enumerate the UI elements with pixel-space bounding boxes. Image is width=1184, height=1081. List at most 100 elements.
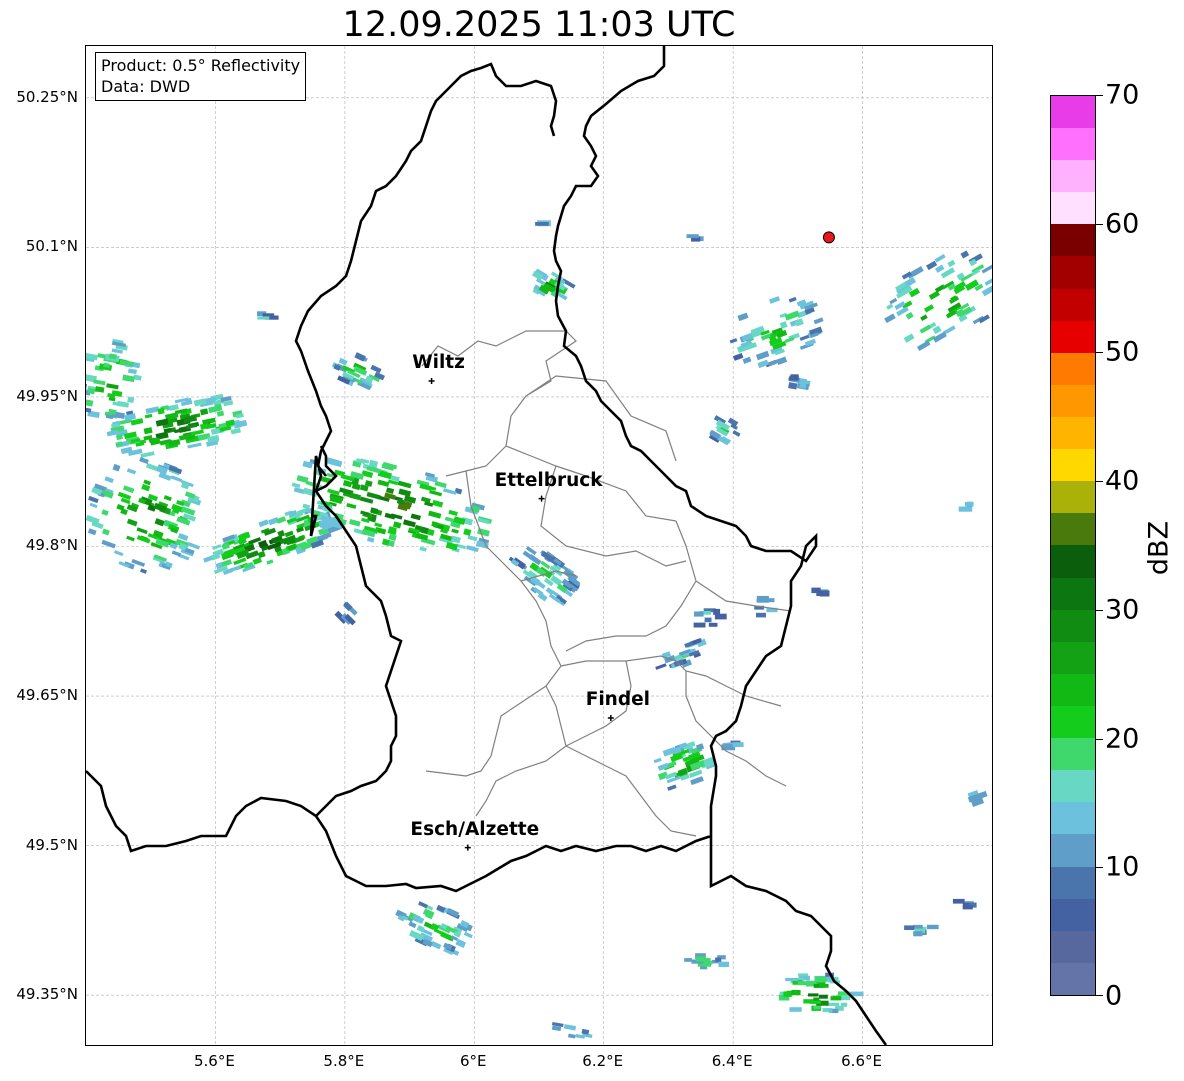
longitude-label: 6.6°E xyxy=(841,1052,882,1070)
echo-pixel xyxy=(402,519,416,528)
echo-pixel xyxy=(901,271,912,280)
city-label: Esch/Alzette xyxy=(410,818,540,840)
echo-pixel xyxy=(563,1024,577,1031)
echo-pixel xyxy=(366,491,381,500)
echo-pixel xyxy=(126,535,135,542)
echo-pixel xyxy=(342,479,353,488)
echo-pixel xyxy=(123,413,137,421)
echo-pixel xyxy=(978,314,990,324)
echo-pixel xyxy=(783,991,792,997)
colorbar-tick xyxy=(1096,352,1103,354)
radar-map[interactable] xyxy=(85,45,993,1046)
echo-pixel xyxy=(788,382,798,390)
echo-pixel xyxy=(813,317,824,325)
echo-pixel xyxy=(257,316,270,320)
echo-pixel xyxy=(742,356,752,364)
echo-pixel xyxy=(733,352,744,361)
echo-pixel xyxy=(904,925,915,930)
echo-pixel xyxy=(830,996,842,1001)
echo-pixel xyxy=(140,451,155,458)
echo-pixel xyxy=(704,617,712,623)
echo-pixel xyxy=(451,528,459,534)
colorbar-tick-label: 0 xyxy=(1105,980,1123,1012)
echo-pixel xyxy=(139,439,147,445)
echo-pixel xyxy=(732,430,741,437)
echo-pixel xyxy=(756,612,766,618)
echo-pixel xyxy=(889,297,898,305)
echo-pixel xyxy=(466,545,479,553)
country-border-west xyxy=(294,62,558,477)
echo-pixel xyxy=(227,565,242,573)
echo-pixel xyxy=(913,931,923,937)
longitude-label: 6.2°E xyxy=(582,1052,624,1070)
echo-pixel xyxy=(797,981,807,986)
echo-pixel xyxy=(657,762,669,771)
colorbar-segment xyxy=(1051,802,1095,835)
echo-pixel xyxy=(252,557,262,565)
echo-pixel xyxy=(567,1033,576,1039)
echo-pixel xyxy=(958,506,973,512)
product-label: Product: 0.5° Reflectivity xyxy=(101,56,301,75)
data-source-label: Data: DWD xyxy=(101,77,191,96)
echo-pixel xyxy=(916,340,931,351)
colorbar-segment xyxy=(1051,641,1095,674)
echo-pixel xyxy=(187,542,201,550)
latitude-label: 50.1°N xyxy=(25,237,78,256)
echo-pixel xyxy=(370,364,382,374)
colorbar-segment xyxy=(1051,481,1095,514)
city-label: Ettelbruck xyxy=(494,469,603,491)
echo-pixel xyxy=(919,324,932,334)
city-marker xyxy=(464,844,471,851)
echo-pixel xyxy=(819,983,829,988)
echo-pixel xyxy=(964,502,974,507)
echo-pixel xyxy=(122,485,135,494)
echo-pixel xyxy=(903,333,915,343)
echo-pixel xyxy=(477,527,490,537)
city-markers xyxy=(428,377,614,851)
echo-pixel xyxy=(199,408,209,416)
echo-pixel xyxy=(377,479,390,487)
echo-pixel xyxy=(93,379,106,386)
echo-pixel xyxy=(410,513,421,521)
longitude-label: 5.8°E xyxy=(323,1052,365,1070)
echo-pixel xyxy=(927,924,939,930)
colorbar-tick xyxy=(1096,223,1103,225)
echo-pixel xyxy=(302,503,311,510)
echo-pixel xyxy=(840,996,851,1001)
echo-pixel xyxy=(101,509,109,516)
colorbar-segment xyxy=(1051,384,1095,418)
echo-pixel xyxy=(690,776,704,786)
radar-site-marker[interactable] xyxy=(822,231,835,244)
colorbar-tick xyxy=(1096,95,1103,96)
echo-pixel xyxy=(463,528,472,536)
echo-pixel xyxy=(947,259,956,268)
echo-pixel xyxy=(141,483,151,492)
latitude-label: 49.95°N xyxy=(16,386,78,405)
echo-pixel xyxy=(920,314,928,322)
colorbar-segment xyxy=(1051,320,1095,353)
echo-pixel xyxy=(667,784,677,791)
echo-pixel xyxy=(139,457,149,464)
echo-pixel xyxy=(432,499,444,508)
city-marker xyxy=(538,495,545,502)
echo-pixel xyxy=(684,958,692,962)
echo-pixel xyxy=(655,663,667,670)
latitude-label: 49.8°N xyxy=(25,536,78,555)
echo-pixel xyxy=(171,550,182,557)
echo-pixel xyxy=(981,285,992,297)
echo-pixel xyxy=(431,521,439,528)
city-label: Findel xyxy=(585,688,650,710)
echo-pixel xyxy=(349,492,362,501)
colorbar-segment xyxy=(1051,545,1095,578)
colorbar-tick-label: 50 xyxy=(1105,336,1140,368)
echo-pixel xyxy=(145,406,160,414)
latitude-label: 50.25°N xyxy=(16,87,78,106)
echo-pixel xyxy=(448,509,458,516)
echo-pixel xyxy=(905,312,914,320)
colorbar-segment xyxy=(1051,770,1095,803)
echo-pixel xyxy=(104,476,114,484)
echo-pixel xyxy=(755,350,770,361)
colorbar-tick xyxy=(1096,481,1103,483)
colorbar-tick-label: 40 xyxy=(1105,465,1140,497)
echo-pixel xyxy=(87,387,96,395)
